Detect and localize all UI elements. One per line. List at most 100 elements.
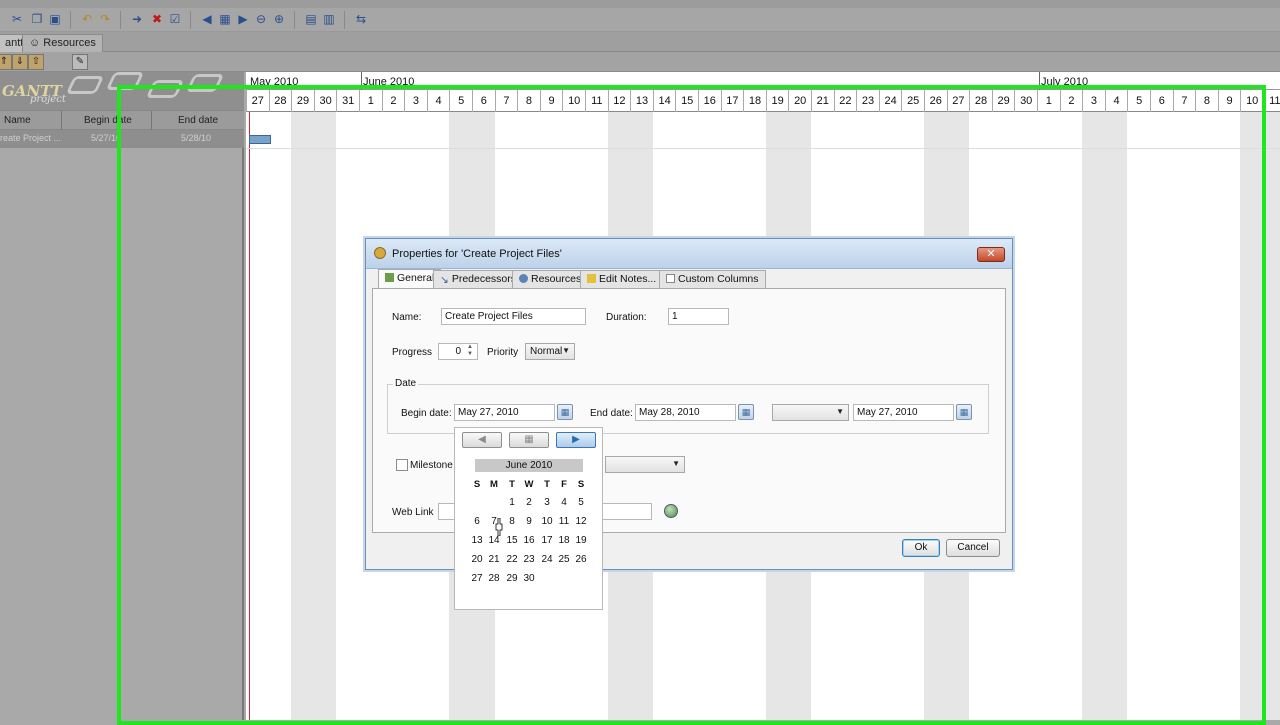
col-name-header[interactable]: Name: [4, 115, 31, 126]
priority-select[interactable]: Normal ▼: [525, 343, 575, 360]
calendar-day[interactable]: 19: [572, 533, 590, 548]
calendar-day[interactable]: 4: [555, 495, 573, 510]
day-label: 3: [404, 90, 427, 112]
zoom-out-icon[interactable]: ⊖: [254, 12, 268, 26]
down-icon[interactable]: ⇓: [12, 54, 28, 70]
calendar-icon[interactable]: ▦: [956, 404, 972, 420]
calendar-day[interactable]: 16: [520, 533, 538, 548]
tab-custom-columns[interactable]: Custom Columns: [659, 270, 766, 289]
calendar-day[interactable]: 27: [468, 571, 486, 586]
calendar-day[interactable]: 28: [485, 571, 503, 586]
calendar-day[interactable]: 1: [503, 495, 521, 510]
today-button[interactable]: ▦: [509, 432, 549, 448]
print-icon[interactable]: ▤: [304, 12, 318, 26]
calendar-day[interactable]: 24: [538, 552, 556, 567]
weekday-label: W: [524, 479, 534, 490]
weekday-label: S: [473, 479, 481, 490]
move-up-icon[interactable]: ⇧: [28, 54, 44, 70]
calendar-day[interactable]: 12: [572, 514, 590, 529]
day-label: 1: [1037, 90, 1060, 112]
calendar-day[interactable]: 2: [520, 495, 538, 510]
dialog-titlebar[interactable]: Properties for 'Create Project Files' ✕: [366, 239, 1012, 269]
name-field[interactable]: Create Project Files: [441, 308, 586, 325]
new-task-icon[interactable]: ➜: [130, 12, 144, 26]
next-month-button[interactable]: ▶: [556, 432, 596, 448]
calendar-day[interactable]: 5: [572, 495, 590, 510]
calendar-day[interactable]: 22: [503, 552, 521, 567]
tab-predecessors[interactable]: ↘ Predecessors: [433, 270, 524, 289]
redo-icon[interactable]: ↷: [98, 12, 112, 26]
calendar-day[interactable]: 20: [468, 552, 486, 567]
spinner-arrows-icon[interactable]: ▲ ▼: [467, 344, 473, 358]
constraint-select[interactable]: ▼: [772, 404, 849, 421]
calendar-day[interactable]: 10: [538, 514, 556, 529]
tab-resources[interactable]: ☺ Resources: [22, 34, 103, 52]
shape-select[interactable]: ▼: [605, 456, 685, 473]
calendar-day[interactable]: 23: [520, 552, 538, 567]
tab-edit-notes[interactable]: Edit Notes...: [580, 270, 664, 289]
milestone-label: Milestone: [410, 460, 453, 471]
calendar-day[interactable]: 6: [468, 514, 486, 529]
duration-field[interactable]: 1: [668, 308, 729, 325]
cut-icon[interactable]: ✂: [10, 12, 24, 26]
tab-resources[interactable]: Resources: [512, 270, 589, 289]
delete-task-icon[interactable]: ✖: [150, 12, 164, 26]
table-row[interactable]: reate Project ... 5/27/10 5/28/10: [0, 130, 244, 148]
col-begin-header[interactable]: Begin date: [84, 115, 132, 126]
calendar-day[interactable]: 9: [520, 514, 538, 529]
task-bar[interactable]: [249, 135, 271, 144]
zoom-in-icon[interactable]: ⊕: [272, 12, 286, 26]
calendar-day[interactable]: 15: [503, 533, 521, 548]
calendar-day[interactable]: 21: [485, 552, 503, 567]
col-end-header[interactable]: End date: [178, 115, 218, 126]
begin-date-field[interactable]: May 27, 2010: [454, 404, 555, 421]
link-icon[interactable]: ▦: [218, 12, 232, 26]
calendar-icon[interactable]: ▦: [738, 404, 754, 420]
end-date-field[interactable]: May 28, 2010: [635, 404, 736, 421]
duration-label: Duration:: [606, 312, 647, 323]
calendar-day[interactable]: 30: [520, 571, 538, 586]
ok-button[interactable]: Ok: [902, 539, 940, 557]
arrow-left-icon: ◀: [478, 434, 486, 445]
globe-icon[interactable]: [664, 504, 678, 518]
day-label: 30: [313, 90, 337, 112]
prev-month-button[interactable]: ◀: [462, 432, 502, 448]
task-begin-cell: 5/27/10: [91, 133, 122, 143]
calendar-day[interactable]: 17: [538, 533, 556, 548]
calendar-day[interactable]: 25: [555, 552, 573, 567]
day-label: 9: [1217, 90, 1241, 112]
calendar-day[interactable]: 26: [572, 552, 590, 567]
day-label: 9: [539, 90, 563, 112]
tab-general[interactable]: General: [378, 269, 442, 289]
close-button[interactable]: ✕: [977, 247, 1005, 262]
undo-icon[interactable]: ↶: [80, 12, 94, 26]
refresh-icon[interactable]: ⇆: [354, 12, 368, 26]
calendar-day[interactable]: 11: [555, 514, 573, 529]
preview-icon[interactable]: ▥: [322, 12, 336, 26]
progress-label: Progress: [392, 347, 433, 358]
calendar-day[interactable]: 3: [538, 495, 556, 510]
end-date-label: End date:: [590, 408, 633, 419]
copy-icon[interactable]: ❐: [30, 12, 44, 26]
day-label: 6: [472, 90, 495, 112]
day-label: 28: [268, 90, 292, 112]
indent-icon[interactable]: ▶: [236, 12, 250, 26]
calendar-day[interactable]: 13: [468, 533, 486, 548]
unindent-icon[interactable]: ◀: [200, 12, 214, 26]
date-group-title: Date: [393, 378, 419, 389]
settings-icon[interactable]: ✎: [72, 54, 88, 70]
milestone-checkbox[interactable]: [396, 459, 408, 471]
calendar-day[interactable]: 8: [503, 514, 521, 529]
predecessors-icon: ↘: [440, 274, 449, 286]
calendar-day[interactable]: 18: [555, 533, 573, 548]
paste-icon[interactable]: ▣: [48, 12, 62, 26]
up-icon[interactable]: ⇑: [0, 54, 12, 70]
calendar-day[interactable]: 29: [503, 571, 521, 586]
day-label: 22: [833, 90, 857, 112]
day-label: 4: [1104, 90, 1128, 112]
properties-icon[interactable]: ☑: [168, 12, 182, 26]
cancel-button[interactable]: Cancel: [946, 539, 1000, 557]
task-end-cell: 5/28/10: [181, 133, 212, 143]
calendar-icon[interactable]: ▦: [557, 404, 573, 420]
third-date-field[interactable]: May 27, 2010: [853, 404, 954, 421]
